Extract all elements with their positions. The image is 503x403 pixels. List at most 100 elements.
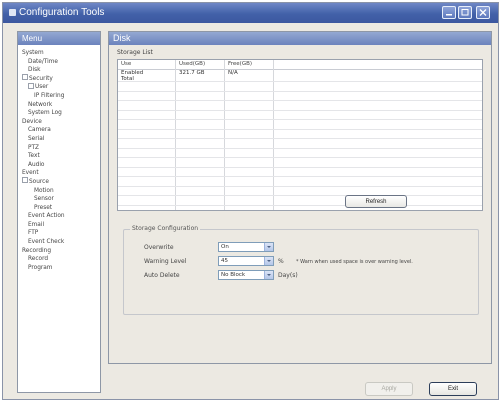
row-divider (118, 176, 482, 177)
menu-item-label: Text (28, 153, 40, 160)
row-enabled-used: 321.7 GB (179, 70, 205, 76)
row-divider (118, 100, 482, 101)
storage-list-table[interactable]: Use Used(GB) Free(GB) Enabled 321.7 GB N… (117, 59, 483, 211)
menu-item-text[interactable]: Text (20, 152, 100, 161)
menu-item-label: Program (28, 264, 53, 271)
overwrite-value: On (221, 244, 229, 250)
chevron-down-icon[interactable] (264, 271, 273, 279)
menu-item-network[interactable]: Network (20, 101, 100, 110)
column-divider (175, 60, 176, 210)
row-divider (118, 81, 482, 82)
maximize-icon[interactable] (458, 6, 472, 19)
menu-tree: System Date/Time Disk Security User IP Filter… (18, 45, 100, 272)
menu-item-ip-filtering[interactable]: IP Filtering (20, 92, 100, 101)
menu-item-label: Email (28, 221, 45, 228)
menu-item-label: FTP (28, 230, 39, 237)
row-total-use: Total (121, 76, 134, 82)
menu-item-label: Device (22, 118, 42, 125)
tree-expand-icon[interactable] (22, 177, 28, 184)
overwrite-select[interactable]: On (218, 242, 274, 252)
menu-item-label: System (22, 50, 44, 56)
warning-note: * Warn when used space is over warning l… (296, 259, 413, 265)
menu-pane: Menu System Date/Time Disk Security User IP F… (17, 31, 101, 393)
row-divider (118, 128, 482, 130)
menu-item-label: Event (22, 170, 39, 177)
menu-item-record[interactable]: Record (20, 255, 100, 264)
warning-level-label: Warning Level (144, 258, 187, 265)
menu-item-label: Event Check (28, 239, 65, 246)
column-header-used[interactable]: Used(GB) (179, 61, 205, 67)
auto-delete-value: No Block (221, 272, 246, 278)
close-icon[interactable] (476, 6, 490, 19)
auto-delete-label: Auto Delete (144, 272, 180, 279)
menu-item-disk[interactable]: Disk (20, 66, 100, 75)
menu-item-label: Motion (34, 187, 54, 194)
window-title: Configuration Tools (19, 7, 105, 18)
row-divider (118, 185, 482, 187)
chevron-down-icon[interactable] (264, 257, 273, 265)
menu-item-ptz[interactable]: PTZ (20, 144, 100, 153)
menu-item-system-log[interactable]: System Log (20, 109, 100, 118)
main-pane: Disk Storage List Use Used(GB) Free(GB) … (108, 31, 492, 364)
menu-item-serial[interactable]: Serial (20, 135, 100, 144)
column-header-use[interactable]: Use (121, 61, 131, 67)
menu-header: Menu (18, 32, 100, 45)
menu-item-camera[interactable]: Camera (20, 126, 100, 135)
column-divider (273, 60, 274, 210)
menu-item-sensor[interactable]: Sensor (20, 195, 100, 204)
menu-item-email[interactable]: Email (20, 221, 100, 230)
refresh-button[interactable]: Refresh (345, 195, 407, 208)
configuration-tools-window: Configuration Tools Menu System Date/Time… (2, 2, 499, 400)
minimize-icon[interactable] (442, 6, 456, 19)
menu-item-recording[interactable]: Recording (20, 247, 100, 256)
row-divider (118, 90, 482, 92)
row-divider (118, 166, 482, 168)
menu-item-label: Security (29, 75, 53, 82)
overwrite-label: Overwrite (144, 244, 174, 251)
exit-button[interactable]: Exit (429, 382, 477, 396)
page-title: Disk (109, 32, 491, 45)
chevron-down-icon[interactable] (264, 243, 273, 251)
menu-item-date-time[interactable]: Date/Time (20, 58, 100, 67)
menu-item-label: Recording (22, 247, 51, 254)
menu-item-program[interactable]: Program (20, 264, 100, 273)
menu-item-device[interactable]: Device (20, 118, 100, 127)
storage-list-label: Storage List (117, 49, 153, 56)
column-header-free[interactable]: Free(GB) (228, 61, 252, 67)
menu-item-event[interactable]: Event (20, 169, 100, 178)
auto-delete-select[interactable]: No Block (218, 270, 274, 280)
menu-item-label: Disk (28, 67, 41, 74)
apply-button[interactable]: Apply (365, 382, 413, 396)
warning-level-select[interactable]: 45 (218, 256, 274, 266)
warning-unit: % (278, 258, 284, 265)
menu-item-label: IP Filtering (34, 92, 65, 99)
menu-item-audio[interactable]: Audio (20, 161, 100, 170)
menu-item-ftp[interactable]: FTP (20, 229, 100, 238)
menu-item-label: System Log (28, 110, 62, 117)
menu-item-event-action[interactable]: Event Action (20, 212, 100, 221)
menu-item-label: Event Action (28, 213, 65, 220)
tree-expand-icon[interactable] (22, 74, 28, 81)
row-divider (118, 109, 482, 111)
menu-item-label: User (35, 84, 49, 91)
storage-configuration-group: Storage Configuration Overwrite On Warni… (123, 225, 479, 315)
storage-configuration-title: Storage Configuration (130, 225, 201, 232)
menu-item-system[interactable]: System (20, 49, 100, 58)
auto-delete-unit: Day(s) (278, 272, 298, 279)
row-divider (118, 119, 482, 120)
column-divider (224, 60, 225, 210)
menu-item-motion[interactable]: Motion (20, 187, 100, 196)
menu-item-label: Sensor (34, 196, 54, 203)
tree-expand-icon[interactable] (28, 82, 34, 89)
row-divider (118, 157, 482, 158)
row-divider (118, 147, 482, 149)
menu-item-label: Record (28, 256, 49, 263)
table-header: Use Used(GB) Free(GB) (118, 60, 482, 70)
menu-item-event-check[interactable]: Event Check (20, 238, 100, 247)
row-divider (118, 195, 482, 196)
menu-item-user[interactable]: User (20, 82, 100, 92)
warning-level-value: 45 (221, 258, 228, 264)
menu-item-preset[interactable]: Preset (20, 204, 100, 213)
menu-item-source[interactable]: Source (20, 177, 100, 187)
menu-item-label: Serial (28, 135, 45, 142)
